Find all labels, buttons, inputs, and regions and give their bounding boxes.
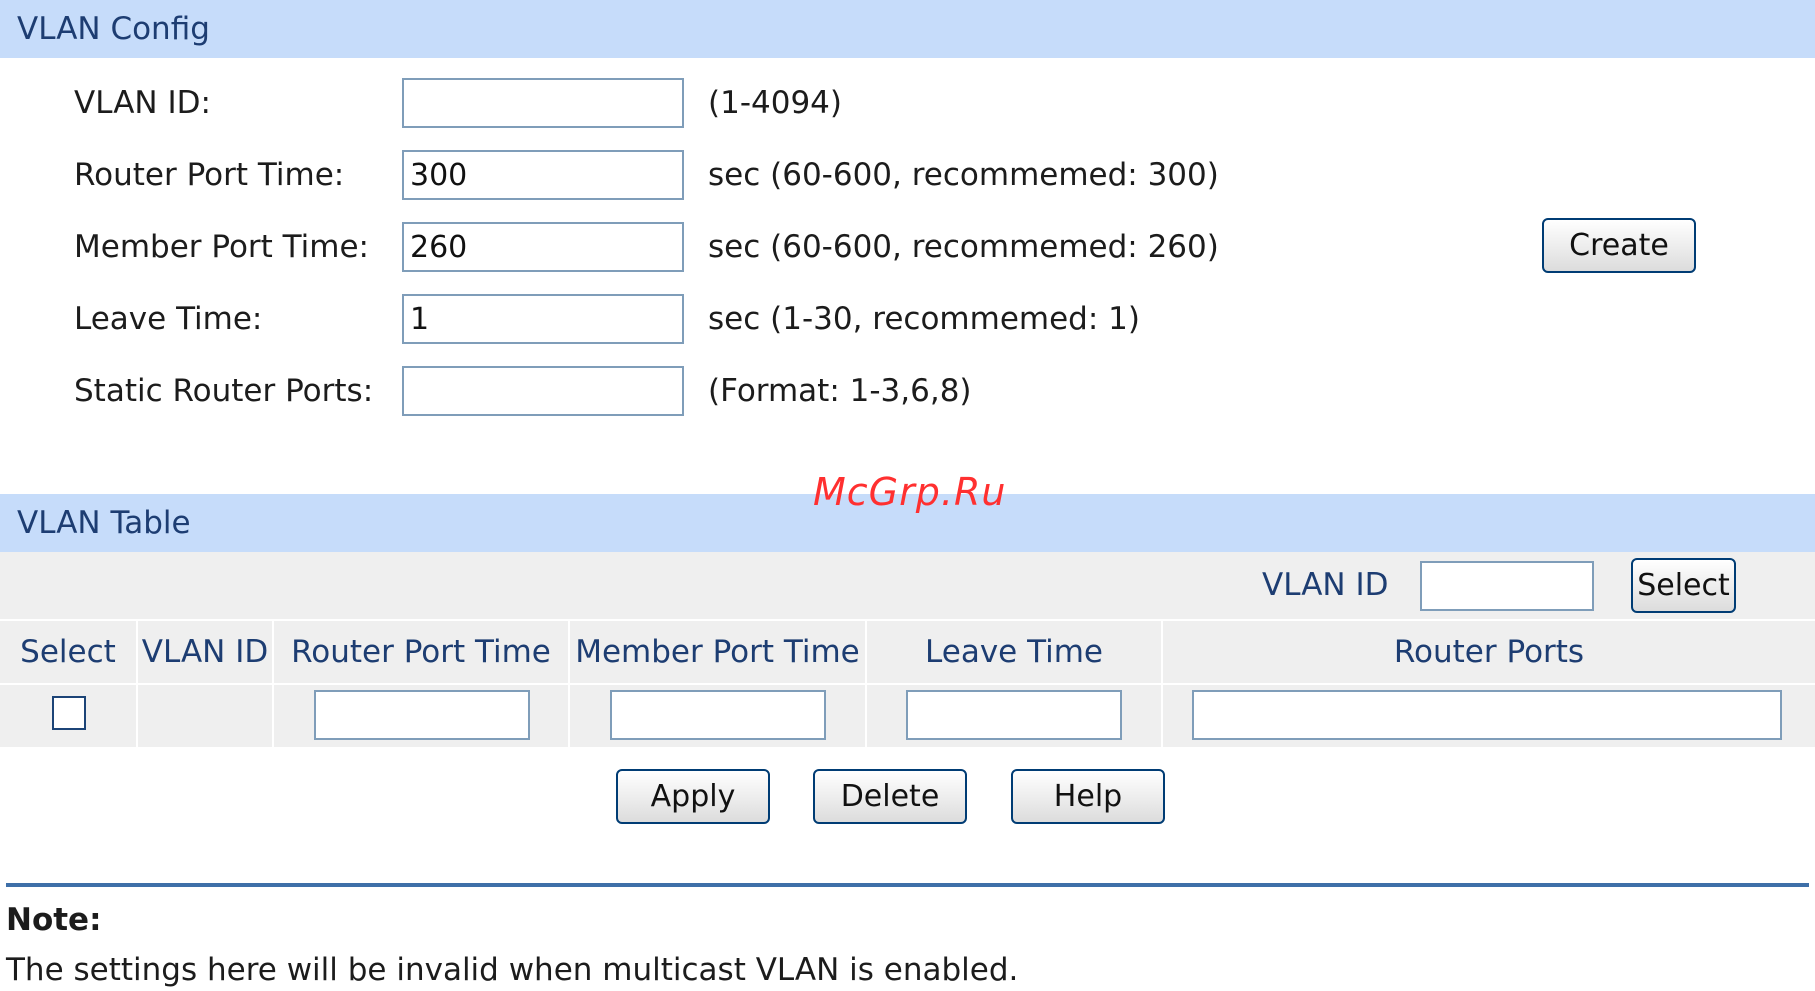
leave-time-label: Leave Time: bbox=[74, 301, 263, 337]
filter-vlan-id-label: VLAN ID bbox=[1262, 567, 1389, 603]
filter-select-button[interactable]: Select bbox=[1631, 558, 1736, 613]
static-router-ports-input[interactable] bbox=[402, 366, 684, 416]
column-header-select: Select bbox=[20, 634, 116, 670]
filter-vlan-id-input[interactable] bbox=[1420, 561, 1594, 611]
vlan-filter-bar: VLAN ID Select bbox=[0, 552, 1815, 619]
row-router-port-time-input[interactable] bbox=[314, 690, 530, 740]
row-select-checkbox[interactable] bbox=[52, 696, 86, 730]
router-port-time-hint: sec (60-600, recommemed: 300) bbox=[708, 157, 1219, 193]
column-header-vlan-id: VLAN ID bbox=[141, 634, 269, 670]
create-button[interactable]: Create bbox=[1542, 218, 1696, 273]
router-port-time-input[interactable] bbox=[402, 150, 684, 200]
vlan-id-hint: (1-4094) bbox=[708, 85, 842, 121]
column-header-router-ports: Router Ports bbox=[1393, 634, 1585, 670]
table-header-row: Select VLAN ID Router Port Time Member P… bbox=[0, 621, 1815, 683]
row-member-port-time-input[interactable] bbox=[610, 690, 826, 740]
column-header-leave-time: Leave Time bbox=[925, 634, 1103, 670]
note-divider bbox=[6, 883, 1809, 887]
vlan-id-label: VLAN ID: bbox=[74, 85, 211, 121]
column-divider bbox=[865, 685, 867, 747]
static-router-ports-label: Static Router Ports: bbox=[74, 373, 374, 409]
table-edit-row bbox=[0, 685, 1815, 747]
static-router-ports-hint: (Format: 1-3,6,8) bbox=[708, 373, 972, 409]
leave-time-input[interactable] bbox=[402, 294, 684, 344]
note-title: Note: bbox=[6, 902, 102, 938]
watermark: McGrp.Ru bbox=[813, 470, 1007, 514]
vlan-config-header: VLAN Config bbox=[0, 0, 1815, 58]
row-router-ports-input[interactable] bbox=[1192, 690, 1782, 740]
vlan-id-input[interactable] bbox=[402, 78, 684, 128]
row-leave-time-input[interactable] bbox=[906, 690, 1122, 740]
column-divider bbox=[1161, 685, 1163, 747]
member-port-time-input[interactable] bbox=[402, 222, 684, 272]
member-port-time-label: Member Port Time: bbox=[74, 229, 369, 265]
apply-button[interactable]: Apply bbox=[616, 769, 770, 824]
column-divider bbox=[568, 685, 570, 747]
column-divider bbox=[272, 685, 274, 747]
member-port-time-hint: sec (60-600, recommemed: 260) bbox=[708, 229, 1219, 265]
column-divider bbox=[136, 685, 138, 747]
delete-button[interactable]: Delete bbox=[813, 769, 967, 824]
note-text: The settings here will be invalid when m… bbox=[6, 952, 1019, 988]
router-port-time-label: Router Port Time: bbox=[74, 157, 345, 193]
column-header-router-port-time: Router Port Time bbox=[291, 634, 551, 670]
column-header-member-port-time: Member Port Time bbox=[575, 634, 860, 670]
leave-time-hint: sec (1-30, recommemed: 1) bbox=[708, 301, 1140, 337]
help-button[interactable]: Help bbox=[1011, 769, 1165, 824]
